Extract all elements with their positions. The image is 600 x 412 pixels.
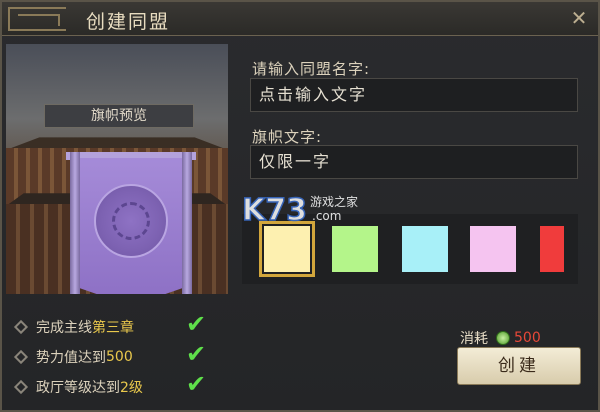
create-alliance-dialog: 创建同盟 ✕ 旗帜预览 请输入同盟名字: 点击输入文字 旗帜文字: 仅限一字 K…	[0, 0, 600, 412]
color-swatch-light-cyan[interactable]	[402, 226, 448, 272]
diamond-bullet-icon	[13, 349, 29, 365]
requirement-hall-level: 政厅等级达到 2级	[13, 376, 143, 398]
banner-preview-label: 旗帜预览	[44, 104, 194, 128]
title-ornament	[8, 7, 66, 31]
diamond-bullet-icon	[13, 379, 29, 395]
checkmark-icon: ✔	[186, 310, 207, 338]
create-alliance-button[interactable]: 创建	[457, 347, 581, 385]
close-icon[interactable]: ✕	[568, 7, 590, 29]
banner-preview-panel: 旗帜预览	[6, 44, 228, 294]
requirement-power: 势力值达到 500	[13, 346, 133, 368]
watermark-brand: K73	[242, 193, 307, 228]
checkmark-icon: ✔	[186, 340, 207, 368]
banner-pole-left	[70, 152, 80, 294]
coin-icon	[496, 331, 510, 345]
k73-watermark-logo: K73 游戏之家 .com	[241, 192, 358, 228]
dragon-emblem-icon	[112, 202, 150, 240]
banner-emblem-icon	[94, 184, 168, 258]
cost-value: 500	[514, 330, 541, 346]
banner-text-input[interactable]: 仅限一字	[250, 145, 578, 179]
requirement-highlight: 第三章	[92, 320, 134, 336]
diamond-bullet-icon	[13, 319, 29, 335]
requirement-text: 政厅等级达到	[36, 380, 120, 396]
watermark-tagline: 游戏之家	[310, 194, 358, 209]
alliance-name-label: 请输入同盟名字:	[252, 60, 371, 78]
requirement-text: 完成主线	[36, 320, 92, 336]
requirement-highlight: 2级	[120, 380, 143, 396]
alliance-name-input[interactable]: 点击输入文字	[250, 78, 578, 112]
cost-label: 消耗	[460, 331, 488, 347]
dialog-title: 创建同盟	[86, 11, 171, 33]
banner-text-label: 旗帜文字:	[252, 128, 323, 146]
creation-cost: 消耗 500	[460, 328, 541, 348]
banner-pole-right	[182, 152, 192, 294]
requirement-text: 势力值达到	[36, 350, 106, 366]
requirement-main-quest: 完成主线 第三章	[13, 316, 134, 338]
requirement-highlight: 500	[106, 349, 133, 365]
color-swatch-light-green[interactable]	[332, 226, 378, 272]
checkmark-icon: ✔	[186, 370, 207, 398]
color-swatch-light-yellow[interactable]	[259, 221, 315, 277]
color-swatch-light-pink[interactable]	[470, 226, 516, 272]
color-swatch-red[interactable]	[540, 226, 564, 272]
watermark-domain: .com	[312, 209, 341, 223]
title-bar: 创建同盟 ✕	[2, 2, 598, 36]
